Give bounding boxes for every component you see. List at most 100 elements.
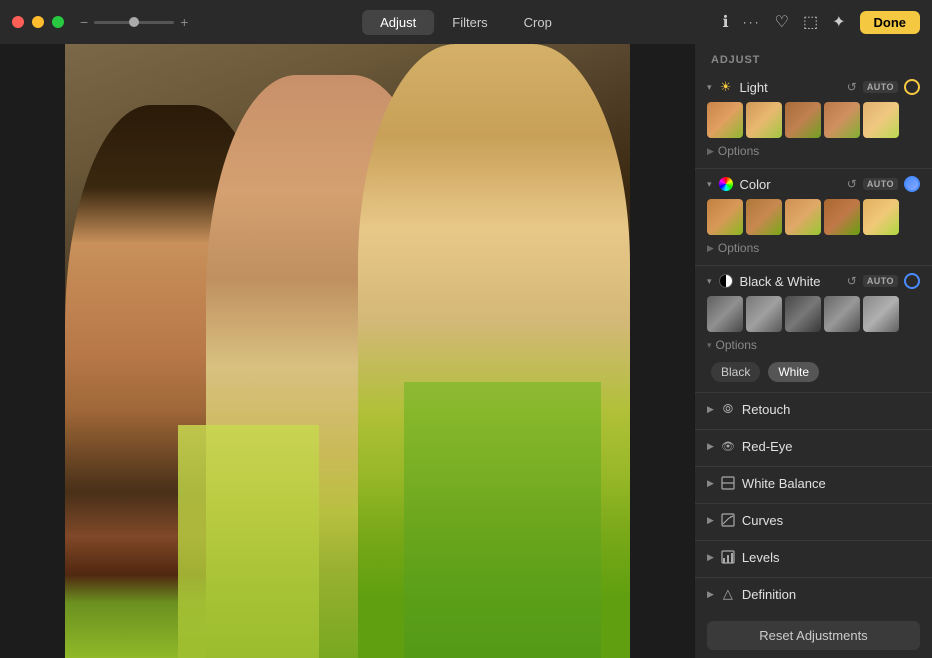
sparkle-button[interactable]: ✦ — [832, 12, 845, 32]
right-panel: ADJUST ▾ ☀ Light ↺ AUTO — [694, 44, 932, 658]
light-options-row: ▶ Options — [695, 142, 932, 164]
color-toggle[interactable] — [904, 176, 920, 192]
bw-options-toggle[interactable]: ▾ Options — [707, 338, 920, 352]
bw-reset-icon[interactable]: ↺ — [847, 274, 857, 288]
tab-crop[interactable]: Crop — [506, 10, 570, 35]
bw-controls: ↺ AUTO — [847, 273, 920, 289]
main-content: ADJUST ▾ ☀ Light ↺ AUTO — [0, 44, 932, 658]
color-reset-icon[interactable]: ↺ — [847, 177, 857, 191]
light-options-toggle[interactable]: ▶ Options — [707, 144, 920, 158]
shirt-left-green — [178, 425, 319, 658]
sparkle-icon: ✦ — [832, 12, 845, 32]
more-icon: ··· — [743, 15, 761, 29]
bw-thumb-4[interactable] — [824, 296, 860, 332]
crop-icon: ⬚ — [803, 12, 818, 32]
reset-adjustments-button[interactable]: Reset Adjustments — [707, 621, 920, 650]
light-auto-badge[interactable]: AUTO — [863, 81, 898, 93]
color-options-toggle[interactable]: ▶ Options — [707, 241, 920, 255]
definition-icon: △ — [720, 586, 736, 602]
color-icon — [718, 176, 734, 192]
bw-options-chips: Black White — [695, 358, 932, 388]
bw-options-label: Options — [716, 338, 757, 352]
color-title: Color — [740, 177, 841, 192]
bw-thumb-3[interactable] — [785, 296, 821, 332]
color-options-chevron-icon: ▶ — [707, 243, 714, 254]
light-options-label: Options — [718, 144, 759, 158]
minimize-button[interactable] — [32, 16, 44, 28]
light-thumb-2[interactable] — [746, 102, 782, 138]
light-reset-icon[interactable]: ↺ — [847, 80, 857, 94]
color-thumb-4[interactable] — [824, 199, 860, 235]
color-thumb-2[interactable] — [746, 199, 782, 235]
bw-thumb-5[interactable] — [863, 296, 899, 332]
color-chevron-icon: ▾ — [707, 179, 712, 190]
curves-title: Curves — [742, 513, 920, 528]
tab-adjust[interactable]: Adjust — [362, 10, 434, 35]
color-section: ▾ Color ↺ AUTO — [695, 169, 932, 266]
zoom-in-icon[interactable]: + — [180, 14, 188, 30]
light-thumb-5[interactable] — [863, 102, 899, 138]
whitebalance-icon — [720, 475, 736, 491]
whitebalance-row[interactable]: ▶ White Balance — [695, 467, 932, 499]
retouch-chevron-icon: ▶ — [707, 404, 714, 415]
bw-chevron-icon: ▾ — [707, 276, 712, 287]
light-header[interactable]: ▾ ☀ Light ↺ AUTO — [695, 72, 932, 102]
levels-chevron-icon: ▶ — [707, 552, 714, 563]
light-toggle[interactable] — [904, 79, 920, 95]
tab-filters[interactable]: Filters — [434, 10, 505, 35]
color-auto-badge[interactable]: AUTO — [863, 178, 898, 190]
light-thumbnails — [695, 102, 932, 142]
retouch-row[interactable]: ▶ ⦾ Retouch — [695, 393, 932, 425]
light-title: Light — [740, 80, 841, 95]
redeye-row[interactable]: ▶ 👁 Red-Eye — [695, 430, 932, 462]
color-options-row: ▶ Options — [695, 239, 932, 261]
color-header[interactable]: ▾ Color ↺ AUTO — [695, 169, 932, 199]
bw-chip-white[interactable]: White — [768, 362, 819, 382]
light-thumb-3[interactable] — [785, 102, 821, 138]
panel-header: ADJUST — [695, 44, 932, 72]
info-icon: ℹ — [723, 12, 729, 32]
done-button[interactable]: Done — [860, 11, 921, 34]
retouch-icon: ⦾ — [720, 401, 736, 417]
info-button[interactable]: ℹ — [723, 12, 729, 32]
light-sun-icon: ☀ — [718, 79, 734, 95]
bw-options-row: ▾ Options — [695, 336, 932, 358]
bw-header[interactable]: ▾ Black & White ↺ AUTO — [695, 266, 932, 296]
titlebar-actions: ℹ ··· ♡ ⬚ ✦ Done — [723, 11, 920, 34]
color-thumb-5[interactable] — [863, 199, 899, 235]
light-thumb-1[interactable] — [707, 102, 743, 138]
bw-title: Black & White — [740, 274, 841, 289]
more-button[interactable]: ··· — [743, 15, 761, 29]
zoom-slider[interactable] — [94, 21, 174, 24]
panel-scroll[interactable]: ▾ ☀ Light ↺ AUTO — [695, 72, 932, 613]
color-thumb-3[interactable] — [785, 199, 821, 235]
whitebalance-chevron-icon: ▶ — [707, 478, 714, 489]
crop-button[interactable]: ⬚ — [803, 12, 818, 32]
levels-icon — [720, 549, 736, 565]
bw-thumb-1[interactable] — [707, 296, 743, 332]
redeye-icon: 👁 — [720, 438, 736, 454]
maximize-button[interactable] — [52, 16, 64, 28]
light-section: ▾ ☀ Light ↺ AUTO — [695, 72, 932, 169]
bw-thumb-2[interactable] — [746, 296, 782, 332]
bw-options-chevron-icon: ▾ — [707, 340, 712, 351]
curves-chevron-icon: ▶ — [707, 515, 714, 526]
levels-title: Levels — [742, 550, 920, 565]
levels-section: ▶ Levels — [695, 541, 932, 578]
whitebalance-section: ▶ White Balance — [695, 467, 932, 504]
bw-auto-badge[interactable]: AUTO — [863, 275, 898, 287]
bw-toggle[interactable] — [904, 273, 920, 289]
options-chevron-icon: ▶ — [707, 146, 714, 157]
bw-chip-black[interactable]: Black — [711, 362, 760, 382]
heart-button[interactable]: ♡ — [775, 12, 789, 32]
definition-row[interactable]: ▶ △ Definition — [695, 578, 932, 610]
light-controls: ↺ AUTO — [847, 79, 920, 95]
zoom-out-icon[interactable]: − — [80, 14, 88, 30]
light-thumb-4[interactable] — [824, 102, 860, 138]
color-thumbnails — [695, 199, 932, 239]
curves-row[interactable]: ▶ Curves — [695, 504, 932, 536]
definition-chevron-icon: ▶ — [707, 589, 714, 600]
close-button[interactable] — [12, 16, 24, 28]
color-thumb-1[interactable] — [707, 199, 743, 235]
levels-row[interactable]: ▶ Levels — [695, 541, 932, 573]
